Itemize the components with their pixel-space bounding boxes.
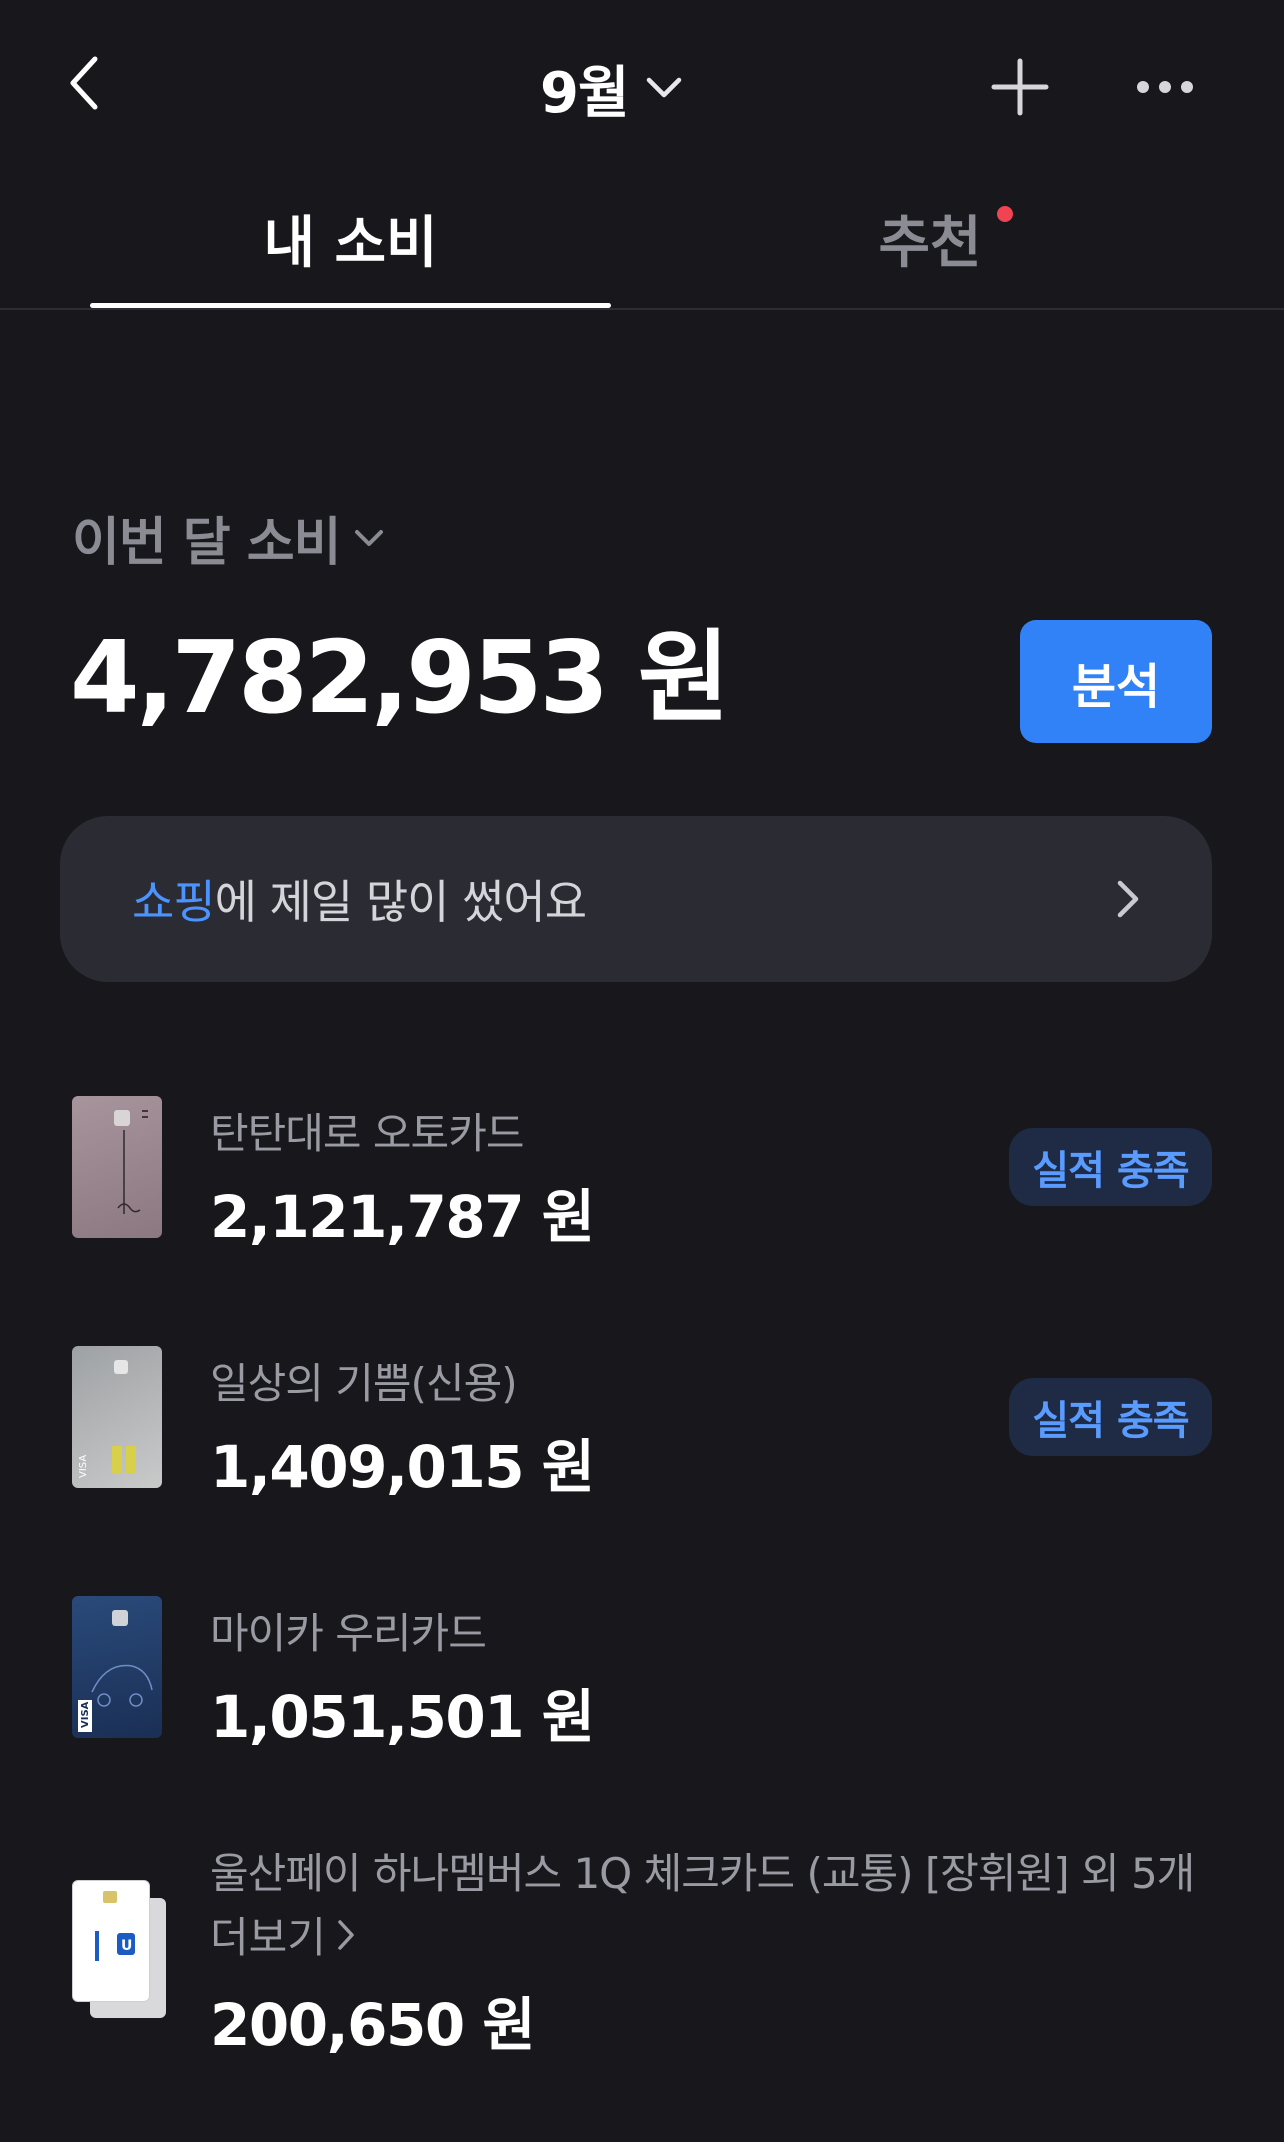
svg-text:VISA: VISA [78, 1455, 89, 1478]
card-name: 일상의 기쁨(신용) [210, 1359, 518, 1408]
top-bar: 9월 [0, 0, 1284, 170]
chevron-right-icon [1100, 871, 1156, 927]
card-amount: 2,121,787 원 [210, 1183, 595, 1251]
month-label: 9월 [540, 60, 629, 126]
insight-message: 에 제일 많이 썼어요 [214, 875, 587, 929]
card-amount: 200,650 원 [210, 1991, 536, 2059]
notification-dot [997, 206, 1013, 222]
view-more-label: 더보기 [210, 1913, 326, 1962]
performance-badge: 실적 충족 [1009, 1378, 1212, 1456]
more-button[interactable] [1130, 52, 1200, 122]
card-name: 울산페이 하나멤버스 1Q 체크카드 (교통) [장휘원] 외 5개 [210, 1849, 1195, 1898]
card-row[interactable]: VISA 일상의 기쁨(신용) 1,409,015 원 실적 충족 [0, 1340, 1284, 1501]
month-selector[interactable]: 9월 [540, 48, 683, 128]
analysis-button[interactable]: 분석 [1020, 620, 1212, 743]
plus-icon [991, 58, 1049, 116]
tab-recommendation[interactable]: 추천 [760, 170, 1100, 306]
tab-label: 추천 [878, 210, 982, 276]
chevron-down-icon [646, 77, 681, 98]
card-amount: 1,409,015 원 [210, 1433, 595, 1501]
more-horizontal-icon [1137, 81, 1193, 93]
total-spending-amount: 4,782,953 원 [70, 619, 730, 736]
top-category-banner[interactable]: 쇼핑 에 제일 많이 썼어요 [60, 816, 1212, 982]
back-button[interactable] [50, 48, 120, 118]
card-image: VISA [72, 1596, 162, 1738]
tab-label: 내 소비 [263, 210, 438, 276]
card-image: VISA [72, 1346, 162, 1488]
view-more-link[interactable]: 더보기 [210, 1904, 356, 1965]
chevron-down-icon [355, 529, 384, 546]
card-stack-image: U [72, 1880, 172, 2030]
svg-text:U: U [121, 1938, 132, 1954]
period-label: 이번 달 소비 [72, 513, 341, 573]
card-name: 탄탄대로 오토카드 [210, 1109, 524, 1158]
chevron-right-icon [338, 1919, 354, 1950]
card-amount: 1,051,501 원 [210, 1683, 595, 1751]
active-tab-indicator [90, 303, 611, 308]
card-row[interactable]: VISA 마이카 우리카드 1,051,501 원 [0, 1590, 1284, 1751]
tab-bar: 내 소비 추천 [0, 170, 1284, 310]
insight-text: 쇼핑 에 제일 많이 썼어요 [132, 816, 587, 982]
card-row[interactable]: 탄탄대로 오토카드 2,121,787 원 실적 충족 [0, 1090, 1284, 1251]
card-row[interactable]: U 울산페이 하나멤버스 1Q 체크카드 (교통) [장휘원] 외 5개 더보기… [0, 1840, 1284, 2060]
chevron-left-icon [70, 56, 98, 110]
period-selector[interactable]: 이번 달 소비 [72, 500, 384, 575]
card-image [72, 1096, 162, 1238]
insight-category: 쇼핑 [132, 875, 216, 929]
tab-my-spending[interactable]: 내 소비 [90, 170, 611, 308]
performance-badge: 실적 충족 [1009, 1128, 1212, 1206]
svg-text:VISA: VISA [80, 1701, 91, 1728]
card-name: 마이카 우리카드 [210, 1609, 487, 1658]
add-button[interactable] [985, 52, 1055, 122]
